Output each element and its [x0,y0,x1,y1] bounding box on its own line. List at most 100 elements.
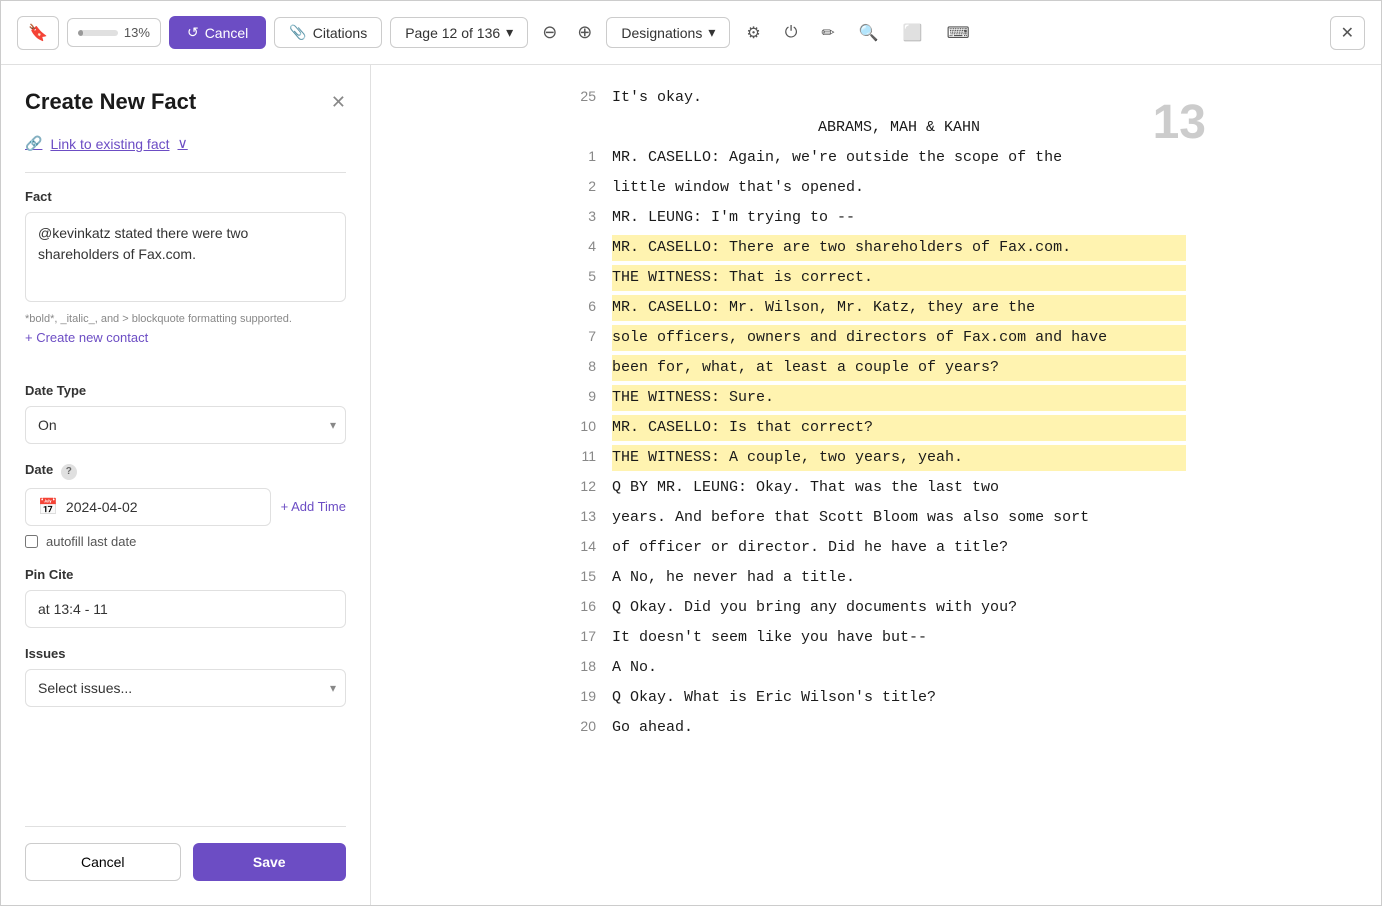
fact-label: Fact [25,189,346,204]
date-type-label: Date Type [25,383,346,398]
cancel-button[interactable]: ↺ Cancel [169,16,266,49]
line-number: 18 [566,658,596,674]
line-row: 4 MR. CASELLO: There are two shareholders… [566,235,1186,263]
line-number: 3 [566,208,596,224]
line-number: 7 [566,328,596,344]
close-button[interactable]: ✕ [1330,16,1365,50]
close-panel-button[interactable]: ✕ [331,92,346,113]
autofill-label: autofill last date [46,534,136,549]
date-type-select[interactable]: On Before After Between Around [25,406,346,444]
line-number: 6 [566,298,596,314]
date-input-wrapper: 📅 [25,488,271,526]
expand-button[interactable]: ⬜ [895,17,931,49]
progress-fill [78,30,83,36]
line-row: 25It's okay. [566,85,1186,113]
line-number: 9 [566,388,596,404]
edit-button[interactable]: ✏ [813,17,842,49]
line-text: sole officers, owners and directors of F… [612,325,1186,351]
progress-label: 13% [124,25,150,40]
progress-bar [78,30,118,36]
progress-button[interactable]: 13% [67,18,161,47]
issues-select[interactable]: Select issues... [25,669,346,707]
designations-button[interactable]: Designations ▾ [606,17,730,48]
line-row: 12Q BY MR. LEUNG: Okay. That was the las… [566,475,1186,503]
history-button[interactable]: ⏻ [777,18,806,48]
issues-label: Issues [25,646,346,661]
line-text: little window that's opened. [612,175,1186,201]
line-number: 15 [566,568,596,584]
create-fact-panel: Create New Fact ✕ 🔗 Link to existing fac… [1,65,371,905]
settings-button[interactable]: ⚙ [738,17,768,49]
bookmark-button[interactable]: 🔖 [17,16,59,50]
panel-title: Create New Fact [25,89,196,115]
link-label: Link to existing fact [50,136,169,152]
line-number: 10 [566,418,596,434]
line-number: 8 [566,358,596,374]
pin-cite-input[interactable] [25,590,346,628]
line-row: 8been for, what, at least a couple of ye… [566,355,1186,383]
create-contact-link[interactable]: + Create new contact [25,330,148,345]
line-row: 15 A No, he never had a title. [566,565,1186,593]
citations-icon: 📎 [289,24,306,41]
line-row: 18A No. [566,655,1186,683]
line-text: of officer or director. Did he have a ti… [612,535,1186,561]
line-text: years. And before that Scott Bloom was a… [612,505,1186,531]
line-row: 3 MR. LEUNG: I'm trying to -- [566,205,1186,233]
line-row: ABRAMS, MAH & KAHN [566,115,1186,143]
line-text: A No, he never had a title. [612,565,1186,591]
line-number: 11 [566,448,596,464]
add-time-link[interactable]: + Add Time [281,499,346,514]
line-row: 7 sole officers, owners and directors of … [566,325,1186,353]
date-help-icon[interactable]: ? [61,464,77,480]
line-text: MR. CASELLO: Mr. Wilson, Mr. Katz, they … [612,295,1186,321]
line-row: 14of officer or director. Did he have a … [566,535,1186,563]
line-text: THE WITNESS: A couple, two years, yeah. [612,445,1186,471]
nav-prev-button[interactable]: ⊖ [536,16,563,49]
page-chevron-icon: ▾ [506,24,513,41]
save-button[interactable]: Save [193,843,347,881]
fact-section: Fact *bold*, _italic_, and > blockquote … [25,189,346,365]
line-text: ABRAMS, MAH & KAHN [612,115,1186,141]
date-type-section: Date Type On Before After Between Around… [25,383,346,444]
line-row: 2little window that's opened. [566,175,1186,203]
page-label: Page 12 of 136 [405,25,500,41]
line-number: 1 [566,148,596,164]
line-number: 20 [566,718,596,734]
date-row: 📅 + Add Time [25,488,346,526]
line-number: 12 [566,478,596,494]
line-row: 19 Q Okay. What is Eric Wilson's title? [566,685,1186,713]
line-text: THE WITNESS: That is correct. [612,265,1186,291]
search-button[interactable]: 🔍 [851,17,887,49]
autofill-checkbox[interactable] [25,535,38,548]
line-text: MR. CASELLO: Again, we're outside the sc… [612,145,1186,171]
link-existing-fact-row[interactable]: 🔗 Link to existing fact ∨ [25,135,346,152]
fact-textarea[interactable] [25,212,346,302]
line-number: 4 [566,238,596,254]
cancel-label: Cancel [205,25,249,41]
cancel-icon: ↺ [187,24,199,41]
pin-cite-label: Pin Cite [25,567,346,582]
line-row: 20Go ahead. [566,715,1186,743]
date-type-select-wrapper: On Before After Between Around ▾ [25,406,346,444]
line-row: 10MR. CASELLO: Is that correct? [566,415,1186,443]
page-number-label: 13 [1153,95,1206,150]
date-label: Date ? [25,462,346,480]
line-text: Q Okay. What is Eric Wilson's title? [612,685,1186,711]
cancel-action-button[interactable]: Cancel [25,843,181,881]
issues-section: Issues Select issues... ▾ [25,646,346,707]
line-text: MR. LEUNG: I'm trying to -- [612,205,1186,231]
calendar-icon: 📅 [38,497,58,517]
designations-chevron-icon: ▾ [708,24,715,41]
line-number: 19 [566,688,596,704]
citations-button[interactable]: 📎 Citations [274,17,382,48]
formatting-hint: *bold*, _italic_, and > blockquote forma… [25,313,346,325]
line-text: MR. CASELLO: There are two shareholders … [612,235,1186,261]
line-number: 13 [566,508,596,524]
date-input[interactable] [66,499,258,515]
page-selector-button[interactable]: Page 12 of 136 ▾ [390,17,528,48]
nav-next-button[interactable]: ⊕ [571,16,598,49]
main-content: Create New Fact ✕ 🔗 Link to existing fac… [1,65,1381,905]
toolbar: 🔖 13% ↺ Cancel 📎 Citations Page 12 of 13… [1,1,1381,65]
keyboard-button[interactable]: ⌨ [939,17,978,49]
line-row: 11 THE WITNESS: A couple, two years, yeah… [566,445,1186,473]
